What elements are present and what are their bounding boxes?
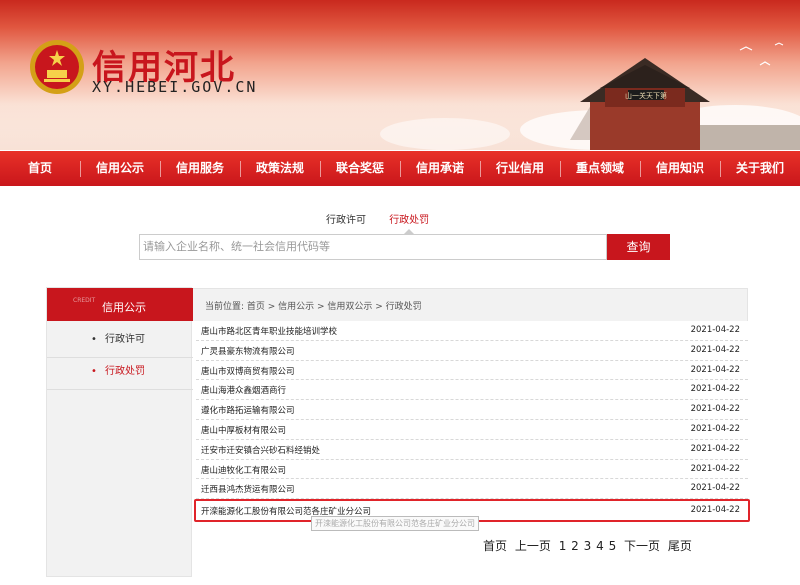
bullet-icon: • bbox=[91, 366, 97, 377]
tab-admin-license[interactable]: 行政许可 bbox=[326, 215, 366, 226]
company-name[interactable]: 迁安市迁安镇合兴砂石料经销处 bbox=[201, 444, 320, 456]
list-item[interactable]: 唐山市路北区青年职业技能培训学校 2021-04-22 bbox=[196, 321, 748, 341]
list-item[interactable]: 遵化市路拓运输有限公司 2021-04-22 bbox=[196, 400, 748, 420]
company-name[interactable]: 唐山市路北区青年职业技能培训学校 bbox=[201, 325, 337, 337]
nav-key-fields[interactable]: 重点领域 bbox=[560, 151, 640, 186]
nav-industry-credit[interactable]: 行业信用 bbox=[480, 151, 560, 186]
company-name[interactable]: 唐山迪牧化工有限公司 bbox=[201, 464, 286, 476]
nav-credit-service[interactable]: 信用服务 bbox=[160, 151, 240, 186]
list-item[interactable]: 唐山海港众鑫烟酒商行 2021-04-22 bbox=[196, 380, 748, 401]
penalty-list: 唐山市路北区青年职业技能培训学校 2021-04-22 广灵县豪东物流有限公司 20… bbox=[194, 321, 750, 522]
record-date: 2021-04-22 bbox=[690, 364, 740, 375]
breadcrumb: 当前位置: 首页 > 信用公示 > 信用双公示 > 行政处罚 bbox=[205, 302, 422, 312]
record-date: 2021-04-22 bbox=[690, 483, 740, 494]
company-name[interactable]: 唐山市双博商贸有限公司 bbox=[201, 365, 295, 377]
sidebar-title: 信用公示 bbox=[102, 301, 146, 314]
sidebar-header: CREDIT 信用公示 bbox=[47, 288, 193, 321]
hover-tooltip: 开滦能源化工股份有限公司范各庄矿业分公司 bbox=[311, 516, 479, 531]
list-item[interactable]: 迁西县鸿杰货运有限公司 2021-04-22 bbox=[196, 479, 748, 500]
sidebar: CREDIT 信用公示 • 行政许可 • 行政处罚 bbox=[46, 287, 193, 577]
company-name[interactable]: 广灵县豪东物流有限公司 bbox=[201, 345, 295, 357]
pager-page-4[interactable]: 4 bbox=[596, 539, 604, 553]
search-button[interactable]: 查询 bbox=[607, 234, 670, 260]
search-input[interactable]: 请输入企业名称、统一社会信用代码等 bbox=[139, 234, 607, 260]
list-item[interactable]: 唐山迪牧化工有限公司 2021-04-22 bbox=[196, 460, 748, 480]
header-banner: 信用河北 XY.HEBEI.GOV.CN 山一关天下第 bbox=[0, 0, 800, 150]
sidebar-item-admin-penalty[interactable]: • 行政处罚 bbox=[47, 355, 193, 389]
record-date: 2021-04-22 bbox=[690, 344, 740, 355]
search-tabs: 行政许可 行政处罚 bbox=[326, 211, 449, 226]
tab-admin-penalty[interactable]: 行政处罚 bbox=[389, 215, 429, 226]
pager-first[interactable]: 首页 bbox=[483, 539, 507, 553]
pagination: 首页 上一页 1 2 3 4 5 下一页 尾页 bbox=[483, 537, 696, 554]
pager-page-2[interactable]: 2 bbox=[571, 539, 579, 553]
company-name[interactable]: 唐山中厚板材有限公司 bbox=[201, 424, 286, 436]
company-name[interactable]: 遵化市路拓运输有限公司 bbox=[201, 404, 295, 416]
nav-credit-disclosure[interactable]: 信用公示 bbox=[80, 151, 160, 186]
bullet-icon: • bbox=[91, 334, 97, 345]
list-item[interactable]: 迁安市迁安镇合兴砂石料经销处 2021-04-22 bbox=[196, 440, 748, 460]
pager-next[interactable]: 下一页 bbox=[624, 539, 660, 553]
divider bbox=[47, 389, 193, 390]
breadcrumb-bar: 当前位置: 首页 > 信用公示 > 信用双公示 > 行政处罚 bbox=[193, 288, 748, 321]
list-item[interactable]: 唐山市双博商贸有限公司 2021-04-22 bbox=[196, 361, 748, 381]
company-name[interactable]: 迁西县鸿杰货运有限公司 bbox=[201, 483, 295, 495]
record-date: 2021-04-22 bbox=[690, 505, 740, 516]
sidebar-watermark: CREDIT bbox=[73, 297, 96, 304]
nav-about[interactable]: 关于我们 bbox=[720, 151, 800, 186]
pager-page-1[interactable]: 1 bbox=[559, 539, 567, 553]
nav-credit-knowledge[interactable]: 信用知识 bbox=[640, 151, 720, 186]
pager-page-3[interactable]: 3 bbox=[584, 539, 592, 553]
nav-policy[interactable]: 政策法规 bbox=[240, 151, 320, 186]
nav-reward-punish[interactable]: 联合奖惩 bbox=[320, 151, 400, 186]
pager-prev[interactable]: 上一页 bbox=[515, 539, 551, 553]
national-emblem-icon bbox=[30, 40, 84, 94]
pager-last[interactable]: 尾页 bbox=[668, 539, 692, 553]
main-nav: 首页 信用公示 信用服务 政策法规 联合奖惩 信用承诺 行业信用 重点领域 信用… bbox=[0, 151, 800, 186]
gate-sign-text: 山一关天下第 bbox=[625, 91, 667, 100]
record-date: 2021-04-22 bbox=[690, 443, 740, 454]
nav-credit-commitment[interactable]: 信用承诺 bbox=[400, 151, 480, 186]
record-date: 2021-04-22 bbox=[690, 463, 740, 474]
list-item[interactable]: 广灵县豪东物流有限公司 2021-04-22 bbox=[196, 341, 748, 361]
sidebar-item-label: 行政许可 bbox=[105, 334, 145, 345]
list-item[interactable]: 唐山中厚板材有限公司 2021-04-22 bbox=[196, 420, 748, 440]
sidebar-item-admin-license[interactable]: • 行政许可 bbox=[47, 323, 193, 357]
record-date: 2021-04-22 bbox=[690, 404, 740, 415]
site-domain: XY.HEBEI.GOV.CN bbox=[92, 78, 258, 96]
record-date: 2021-04-22 bbox=[690, 384, 740, 395]
record-date: 2021-04-22 bbox=[690, 423, 740, 434]
pager-page-5[interactable]: 5 bbox=[609, 539, 617, 553]
sidebar-item-label: 行政处罚 bbox=[105, 366, 145, 377]
company-name[interactable]: 唐山海港众鑫烟酒商行 bbox=[201, 384, 286, 396]
nav-home[interactable]: 首页 bbox=[0, 151, 80, 186]
record-date: 2021-04-22 bbox=[690, 325, 740, 335]
cloud-decoration bbox=[380, 118, 510, 150]
shanhaiguan-gate-illustration: 山一关天下第 bbox=[570, 42, 800, 150]
